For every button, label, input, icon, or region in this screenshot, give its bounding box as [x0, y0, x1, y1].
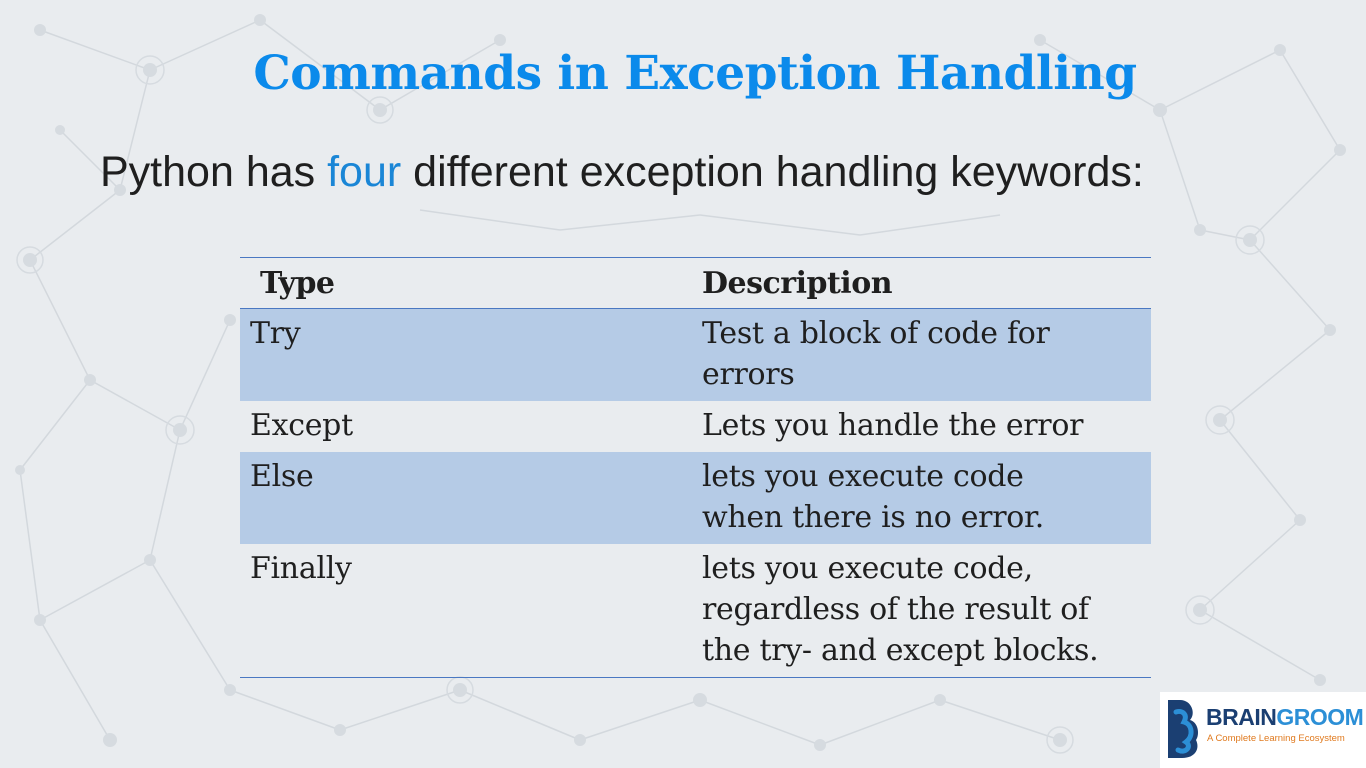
keyword-else: Else — [240, 452, 696, 544]
brand-tagline: A Complete Learning Ecosystem — [1207, 733, 1345, 744]
description-line: regardless of the result of — [702, 592, 1089, 627]
exception-keywords-table: Type Description Try Test a block of cod… — [240, 257, 1151, 678]
keyword-finally: Finally — [250, 551, 352, 586]
table-row: Finally lets you execute code, regardless… — [240, 544, 1151, 678]
slide-title: Commands in Exception Handling — [253, 46, 1137, 101]
table-row: Try Test a block of code for errors — [240, 308, 1151, 401]
intro-text-end: different exception handling keywords: — [401, 148, 1144, 196]
description-finally: lets you execute code, regardless of the … — [696, 544, 1151, 678]
intro-text-start: Python has — [100, 148, 328, 196]
brand-name-right: GROOM — [1276, 704, 1364, 730]
description-try: Test a block of code for errors — [696, 308, 1151, 401]
description-line: lets you execute code — [702, 459, 1024, 494]
braingroom-logo: BRAINGROOM A Complete Learning Ecosystem — [1160, 692, 1366, 768]
description-line: Lets you handle the error — [702, 408, 1084, 443]
table-row: Except Lets you handle the error — [240, 401, 1151, 452]
column-header-description: Description — [696, 257, 1151, 309]
keyword-except: Except — [250, 408, 353, 443]
braingroom-b-mark-icon — [1168, 700, 1198, 758]
description-line: lets you execute code, — [702, 551, 1033, 586]
brand-name: BRAINGROOM — [1206, 704, 1364, 731]
table-header-row: Type Description — [240, 257, 1151, 309]
intro-highlight-word: four — [327, 148, 402, 196]
column-header-type: Type — [240, 257, 696, 309]
description-line: errors — [702, 357, 795, 392]
description-line: when there is no error. — [702, 500, 1044, 535]
slide-intro: Python has four different exception hand… — [100, 148, 1144, 197]
description-line: the try- and except blocks. — [702, 633, 1099, 668]
description-line: Test a block of code for — [702, 316, 1050, 351]
brand-name-left: BRAIN — [1206, 704, 1277, 730]
table-row: Else lets you execute code when there is … — [240, 452, 1151, 544]
description-except: Lets you handle the error — [696, 401, 1151, 452]
keyword-try: Try — [240, 308, 696, 401]
description-else: lets you execute code when there is no er… — [696, 452, 1151, 544]
